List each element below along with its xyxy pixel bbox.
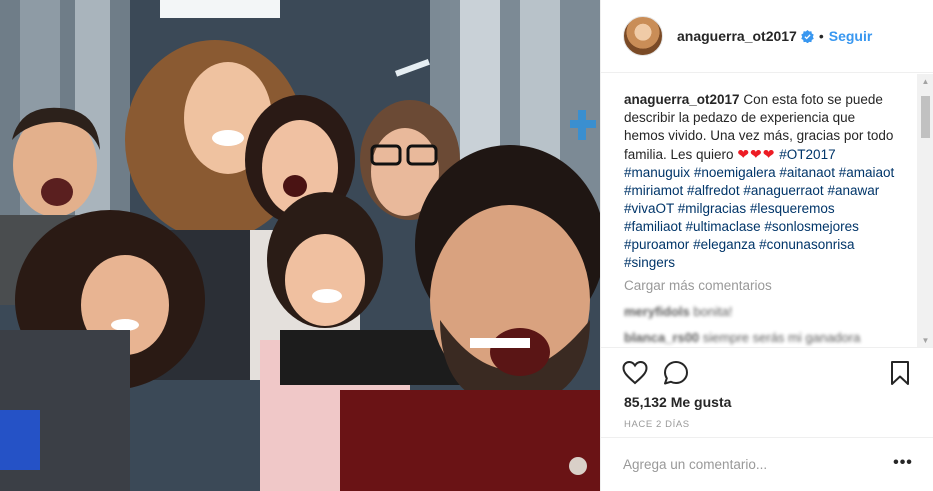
hashtag-link[interactable]: #aitanaot — [779, 165, 835, 180]
hashtag-link[interactable]: #noemigalera — [694, 165, 776, 180]
post-header: anaguerra_ot2017 • Seguir — [601, 0, 933, 73]
caption-hearts: ❤❤❤ — [737, 146, 776, 162]
comment-text: siempre serás mi ganadora — [702, 330, 861, 345]
avatar[interactable] — [623, 16, 663, 56]
post-timestamp[interactable]: HACE 2 DÍAS — [624, 419, 690, 430]
scroll-up-icon[interactable]: ▲ — [917, 74, 933, 88]
hashtag-link[interactable]: #anaguerraot — [743, 183, 823, 198]
hashtag-link[interactable]: #amaiaot — [839, 165, 895, 180]
comment-item: blanca_rs00 siempre serás mi ganadora — [624, 330, 860, 345]
scrollbar-thumb[interactable] — [921, 96, 930, 138]
hashtag-link[interactable]: #singers — [624, 255, 675, 270]
hashtag-link[interactable]: #OT2017 — [779, 147, 835, 162]
hashtag-link[interactable]: #puroamor — [624, 237, 689, 252]
post-photo[interactable] — [0, 0, 600, 491]
caption-username[interactable]: anaguerra_ot2017 — [624, 92, 740, 107]
add-comment-bar: ••• — [601, 437, 933, 491]
header-separator: • — [818, 28, 824, 44]
scroll-down-icon[interactable]: ▼ — [917, 333, 933, 347]
hashtag-link[interactable]: #vivaOT — [624, 201, 674, 216]
caption-hashtags: #OT2017 #manuguix #noemigalera #aitanaot… — [624, 147, 894, 270]
bookmark-icon[interactable] — [887, 360, 913, 386]
verified-badge-icon — [801, 29, 814, 43]
post-side-panel: anaguerra_ot2017 • Seguir anaguerra_ot20… — [600, 0, 933, 491]
comments-scrollbar[interactable]: ▲ ▼ — [917, 74, 933, 347]
hashtag-link[interactable]: #milgracias — [678, 201, 746, 216]
hashtag-link[interactable]: #eleganza — [693, 237, 755, 252]
group-selfie-photo — [0, 0, 600, 491]
comment-text: bonita! — [693, 304, 733, 319]
more-options-button[interactable]: ••• — [891, 455, 915, 475]
heart-outline-icon[interactable] — [622, 360, 648, 386]
comments-section[interactable]: anaguerra_ot2017 Con esta foto se puede … — [601, 74, 933, 347]
header-username[interactable]: anaguerra_ot2017 — [677, 28, 797, 44]
hashtag-link[interactable]: #manuguix — [624, 165, 690, 180]
hashtag-link[interactable]: #sonlosmejores — [764, 219, 859, 234]
follow-button[interactable]: Seguir — [829, 28, 873, 44]
comment-input[interactable] — [623, 457, 863, 472]
hashtag-link[interactable]: #familiaot — [624, 219, 682, 234]
comment-bubble-icon[interactable] — [663, 360, 689, 386]
hashtag-link[interactable]: #ultimaclase — [686, 219, 761, 234]
comment-username[interactable]: meryfidols — [624, 304, 690, 319]
comment-item: meryfidols bonita! — [624, 304, 732, 319]
hashtag-link[interactable]: #conunasonrisa — [759, 237, 854, 252]
likes-count[interactable]: 85,132 Me gusta — [624, 394, 731, 410]
load-more-comments-button[interactable]: Cargar más comentarios — [624, 278, 772, 293]
hashtag-link[interactable]: #miriamot — [624, 183, 683, 198]
hashtag-link[interactable]: #lesqueremos — [750, 201, 835, 216]
hashtag-link[interactable]: #alfredot — [687, 183, 740, 198]
hashtag-link[interactable]: #anawar — [827, 183, 879, 198]
comment-username[interactable]: blanca_rs00 — [624, 330, 699, 345]
post-caption: anaguerra_ot2017 Con esta foto se puede … — [624, 91, 896, 272]
